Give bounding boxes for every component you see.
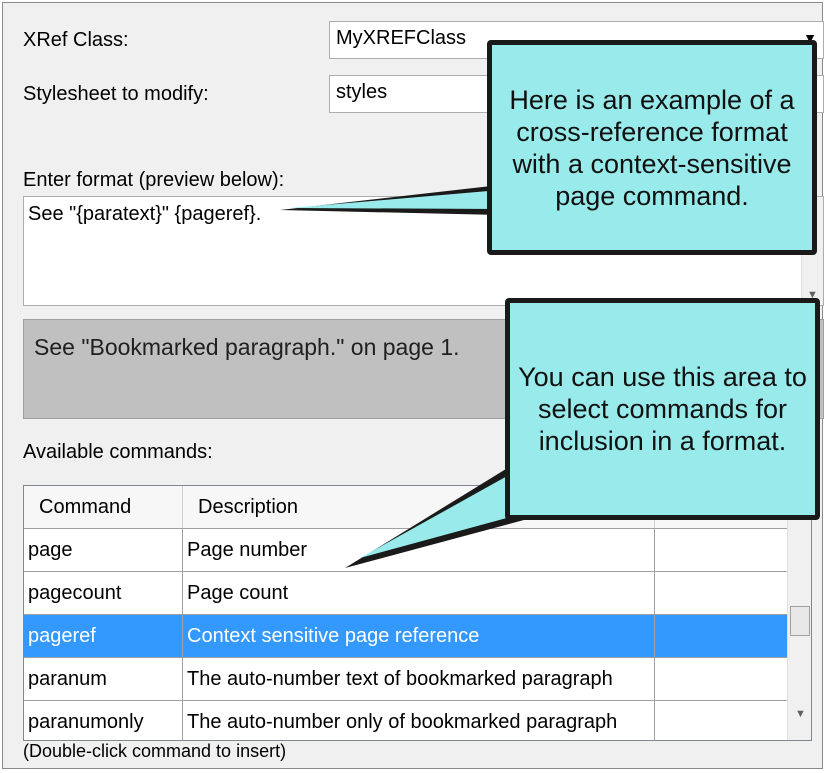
commands-grid[interactable]: Command Description page Page number pag… bbox=[23, 485, 812, 741]
table-row[interactable]: page Page number bbox=[24, 528, 799, 572]
bottom-callout-text: You can use this area to select commands… bbox=[518, 362, 807, 456]
empty-cell[interactable] bbox=[654, 700, 799, 740]
empty-cell[interactable] bbox=[654, 614, 799, 658]
table-row[interactable]: paranum The auto-number text of bookmark… bbox=[24, 657, 799, 701]
bottom-callout: You can use this area to select commands… bbox=[505, 298, 820, 520]
scroll-down-icon[interactable]: ▼ bbox=[795, 708, 806, 720]
empty-cell[interactable] bbox=[654, 571, 799, 615]
stylesheet-label: Stylesheet to modify: bbox=[23, 83, 209, 105]
command-cell[interactable]: pagecount bbox=[24, 571, 183, 615]
table-row[interactable]: pagecount Page count bbox=[24, 571, 799, 615]
command-cell[interactable]: pageref bbox=[24, 614, 183, 658]
available-commands-label: Available commands: bbox=[23, 441, 213, 463]
column-header-command[interactable]: Command bbox=[24, 486, 183, 529]
stylesheet-value: styles bbox=[336, 81, 388, 103]
top-callout-text: Here is an example of a cross-reference … bbox=[509, 84, 795, 211]
table-row[interactable]: paranumonly The auto-number only of book… bbox=[24, 700, 799, 740]
scrollbar-thumb[interactable] bbox=[790, 606, 810, 636]
description-cell[interactable]: The auto-number text of bookmarked parag… bbox=[182, 657, 655, 701]
description-cell[interactable]: The auto-number only of bookmarked parag… bbox=[182, 700, 655, 740]
command-cell[interactable]: paranum bbox=[24, 657, 183, 701]
top-callout: Here is an example of a cross-reference … bbox=[487, 40, 817, 255]
empty-cell[interactable] bbox=[654, 657, 799, 701]
table-row-selected[interactable]: pageref Context sensitive page reference bbox=[24, 614, 799, 658]
command-cell[interactable]: page bbox=[24, 528, 183, 572]
description-cell[interactable]: Page count bbox=[182, 571, 655, 615]
commands-scrollbar[interactable]: ▼ bbox=[787, 486, 811, 740]
xref-class-label: XRef Class: bbox=[23, 29, 129, 51]
xref-class-value: MyXREFClass bbox=[336, 27, 467, 49]
description-cell[interactable]: Context sensitive page reference bbox=[182, 614, 655, 658]
format-value: See "{paratext}" {pageref}. bbox=[28, 203, 262, 225]
format-label: Enter format (preview below): bbox=[23, 169, 285, 191]
empty-cell[interactable] bbox=[654, 528, 799, 572]
commands-table: Command Description page Page number pag… bbox=[24, 486, 799, 740]
command-cell[interactable]: paranumonly bbox=[24, 700, 183, 740]
preview-text: See "Bookmarked paragraph." on page 1. bbox=[34, 334, 460, 360]
description-cell[interactable]: Page number bbox=[182, 528, 655, 572]
double-click-hint: (Double-click command to insert) bbox=[23, 741, 287, 761]
